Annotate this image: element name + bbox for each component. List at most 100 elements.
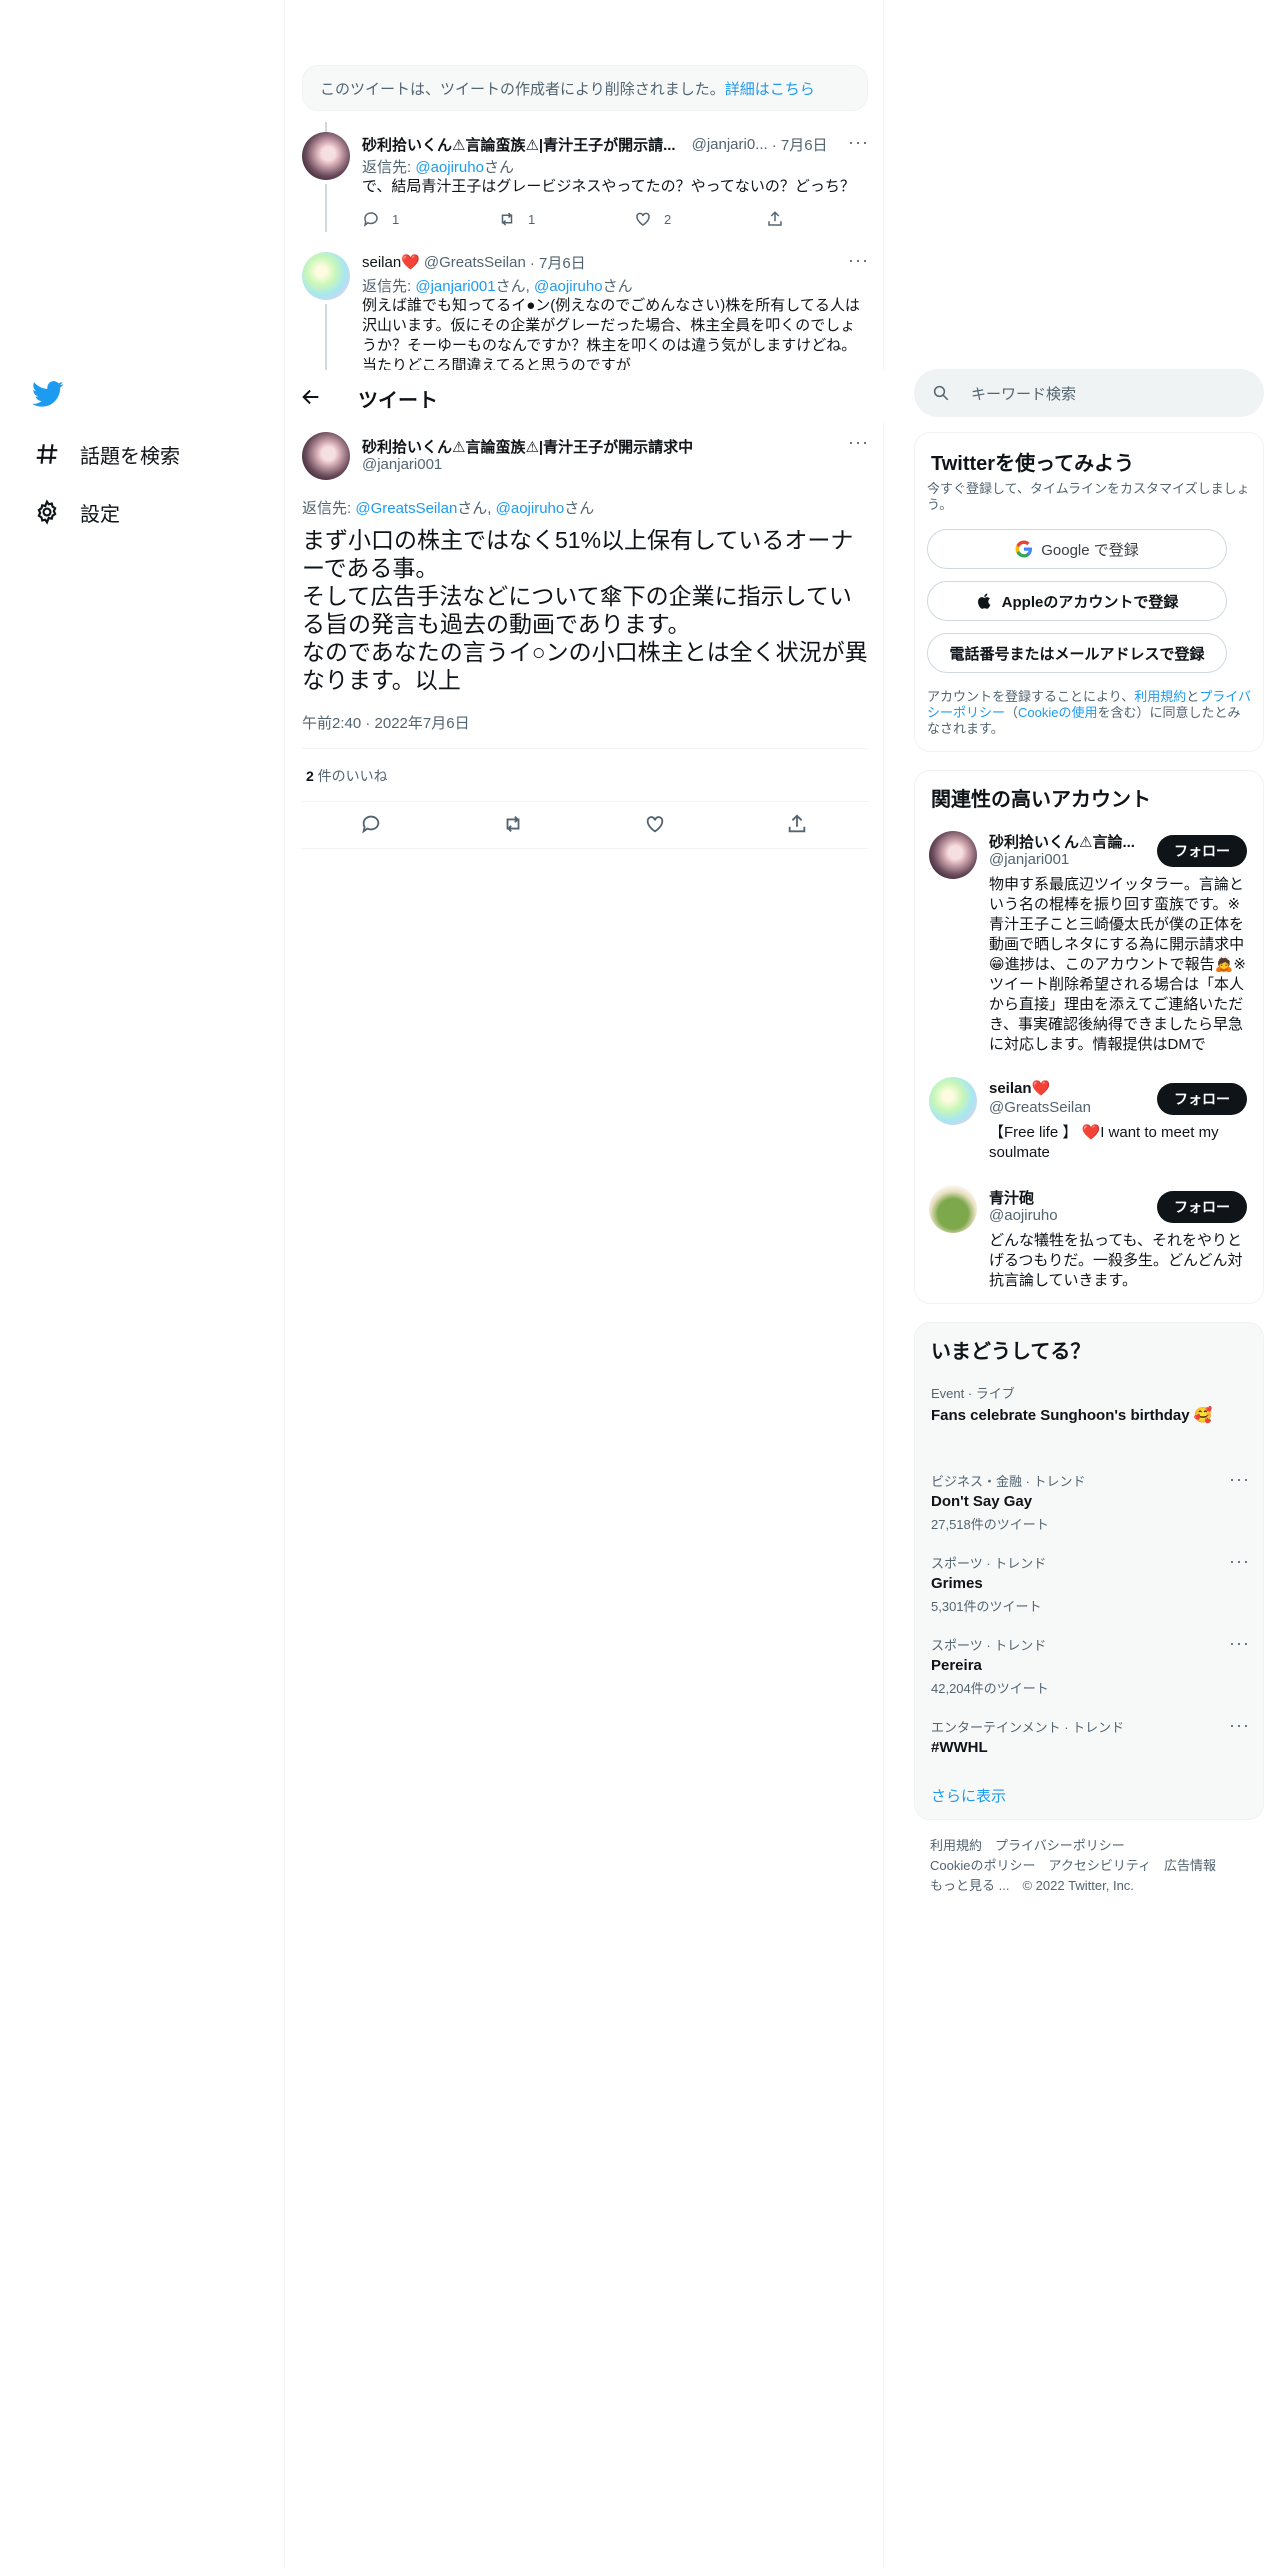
- likes-summary[interactable]: 2 件のいいね: [306, 766, 388, 786]
- reply-button[interactable]: [360, 813, 382, 840]
- follow-button[interactable]: フォロー: [1157, 835, 1247, 867]
- phone-email-signup-label: 電話番号またはメールアドレスで登録: [949, 645, 1205, 663]
- account-handle[interactable]: @GreatsSeilan: [989, 1099, 1091, 1116]
- nav-settings[interactable]: 設定: [34, 492, 120, 532]
- likes-count: 2: [306, 768, 314, 784]
- cookie-link[interactable]: Cookieの使用: [1018, 705, 1097, 720]
- footer-links: 利用規約 プライバシーポリシー Cookieのポリシー アクセシビリティ 広告情…: [930, 1836, 1216, 1896]
- trend-name: Pereira: [931, 1657, 982, 1674]
- tweet-page-header: ツイート: [286, 370, 884, 423]
- footer-line[interactable]: もっと見る ... © 2022 Twitter, Inc.: [930, 1876, 1216, 1896]
- learn-more-link[interactable]: 詳細はこちら: [725, 78, 815, 99]
- tweet-author-handle[interactable]: @janjari001: [362, 456, 442, 473]
- reply-separator: さん,: [457, 500, 496, 517]
- tweet-author-name[interactable]: seilan❤️: [362, 253, 420, 271]
- avatar[interactable]: [929, 1185, 977, 1233]
- share-button[interactable]: [766, 210, 796, 228]
- account-name[interactable]: seilan❤️: [989, 1079, 1050, 1097]
- footer-line[interactable]: 利用規約 プライバシーポリシー: [930, 1836, 1216, 1856]
- divider: [302, 848, 868, 849]
- tweet-timestamp[interactable]: 午前2:40 · 2022年7月6日: [302, 712, 470, 733]
- signup-subtitle: 今すぐ登録して、タイムラインをカスタマイズしましょう。: [927, 481, 1250, 512]
- footer-line[interactable]: Cookieのポリシー アクセシビリティ 広告情報: [930, 1856, 1216, 1876]
- trend-count: 42,204件のツイート: [931, 1681, 1049, 1696]
- avatar[interactable]: [302, 432, 350, 480]
- tweet-author-name[interactable]: 砂利拾いくん⚠言論蛮族⚠|青汁王子が開示請求中: [362, 436, 693, 457]
- trend-item[interactable]: スポーツ · トレンド Grimes 5,301件のツイート: [931, 1553, 1231, 1615]
- retweet-button[interactable]: 1: [498, 210, 535, 228]
- trend-name: #WWHL: [931, 1739, 988, 1756]
- tweet-author-handle[interactable]: @GreatsSeilan: [424, 254, 526, 271]
- more-options-icon[interactable]: ···: [848, 132, 869, 153]
- reply-button[interactable]: 1: [362, 210, 399, 228]
- account-name[interactable]: 砂利拾いくん⚠言論...: [989, 831, 1135, 852]
- like-button[interactable]: 2: [634, 210, 671, 228]
- back-arrow-icon[interactable]: [300, 386, 322, 408]
- reply-context: 返信先: @GreatsSeilanさん, @aojiruhoさん: [302, 497, 594, 518]
- tweet-line: まず小口の株主ではなく51%以上保有しているオーナーである事。: [302, 527, 854, 581]
- tweet-text: で、結局青汁王子はグレービジネスやってたの？やってないの？どっち？: [362, 178, 855, 195]
- divider: [302, 801, 868, 802]
- like-button[interactable]: [644, 813, 666, 840]
- nav-explore[interactable]: 話題を検索: [34, 434, 180, 474]
- tweet-author-name[interactable]: 砂利拾いくん⚠言論蛮族⚠|青汁王子が開示請...: [362, 134, 676, 155]
- trend-item[interactable]: ビジネス・金融 · トレンド Don't Say Gay 27,518件のツイー…: [931, 1471, 1231, 1533]
- twitter-bird-icon[interactable]: [32, 378, 64, 410]
- trend-meta: スポーツ · トレンド: [931, 1556, 1047, 1571]
- reply-handle-link[interactable]: @aojiruho: [415, 159, 484, 176]
- apple-signup-button[interactable]: Appleのアカウントで登録: [927, 581, 1227, 621]
- more-options-icon[interactable]: ···: [848, 432, 869, 453]
- trend-item[interactable]: スポーツ · トレンド Pereira 42,204件のツイート: [931, 1635, 1231, 1697]
- reply-handle-link[interactable]: @janjari001: [415, 278, 495, 295]
- share-button[interactable]: [786, 813, 808, 840]
- more-options-icon[interactable]: ···: [1229, 1633, 1250, 1654]
- phone-email-signup-button[interactable]: 電話番号またはメールアドレスで登録: [927, 633, 1227, 673]
- trends-card: いまどうしてる？ Event · ライブ Fans celebrate Sung…: [914, 1322, 1264, 1820]
- trends-title: いまどうしてる？: [931, 1341, 1091, 1363]
- more-options-icon[interactable]: ···: [1229, 1715, 1250, 1736]
- account-bio: 物申す系最底辺ツイッタラー。言論という名の棍棒を振り回す蛮族です。※青汁王子こと…: [989, 876, 1246, 1053]
- trend-name: Grimes: [931, 1575, 983, 1592]
- trend-meta: エンターテインメント · トレンド: [931, 1720, 1125, 1735]
- tweet-author-handle[interactable]: @janjari0...: [692, 136, 768, 153]
- avatar[interactable]: [929, 1077, 977, 1125]
- tweet-header: 砂利拾いくん⚠言論蛮族⚠|青汁王子が開示請... @janjari0... · …: [362, 134, 862, 154]
- reply-icon: [362, 815, 380, 834]
- reply-handle-link[interactable]: @aojiruho: [534, 278, 603, 295]
- show-more-link[interactable]: さらに表示: [931, 1785, 1006, 1806]
- account-handle[interactable]: @janjari001: [989, 851, 1069, 868]
- tweet-line: そして広告手法などについて傘下の企業に指示している旨の発言も過去の動画であります…: [302, 583, 852, 637]
- account-handle[interactable]: @aojiruho: [989, 1207, 1058, 1224]
- apple-signup-label: Appleのアカウントで登録: [1001, 593, 1179, 611]
- terms-link[interactable]: 利用規約: [1134, 689, 1186, 704]
- avatar[interactable]: [929, 831, 977, 879]
- reply-context: 返信先: @janjari001さん, @aojiruhoさん: [362, 275, 633, 296]
- search-box[interactable]: キーワード検索: [914, 369, 1264, 417]
- reply-handle-link[interactable]: @aojiruho: [496, 500, 565, 517]
- follow-button[interactable]: フォロー: [1157, 1083, 1247, 1115]
- more-options-icon[interactable]: ···: [1229, 1469, 1250, 1490]
- avatar[interactable]: [302, 132, 350, 180]
- hashtag-icon: [34, 441, 60, 467]
- trend-item[interactable]: Event · ライブ Fans celebrate Sunghoon's bi…: [931, 1383, 1231, 1426]
- more-options-icon[interactable]: ···: [1229, 1551, 1250, 1572]
- relevant-accounts-title: 関連性の高いアカウント: [931, 789, 1151, 811]
- tweet-text: 例えば誰でも知ってるイ●ン(例えなのでごめんなさい)株を所有してる人は沢山います…: [362, 297, 860, 370]
- trend-item[interactable]: エンターテインメント · トレンド #WWHL: [931, 1717, 1231, 1758]
- google-signup-button[interactable]: Google で登録: [927, 529, 1227, 569]
- reply-handle-link[interactable]: @GreatsSeilan: [355, 500, 457, 517]
- gear-icon: [34, 499, 60, 525]
- tweet-date[interactable]: · 7月6日: [772, 134, 828, 155]
- follow-button[interactable]: フォロー: [1157, 1191, 1247, 1223]
- tweet-date[interactable]: · 7月6日: [530, 252, 586, 273]
- tweet-header: seilan❤️ @GreatsSeilan · 7月6日: [362, 252, 862, 272]
- more-options-icon[interactable]: ···: [848, 250, 869, 271]
- share-icon: [788, 814, 806, 833]
- reply-count: 1: [392, 211, 400, 227]
- main-column: このツイートは、ツイートの作成者により削除されました。 詳細はこちら 砂利拾いくん…: [286, 0, 884, 2568]
- thread-connector: [325, 184, 327, 232]
- retweet-button[interactable]: [502, 813, 524, 840]
- page-title: ツイート: [358, 390, 438, 412]
- avatar[interactable]: [302, 252, 350, 300]
- account-name[interactable]: 青汁砲: [989, 1187, 1034, 1208]
